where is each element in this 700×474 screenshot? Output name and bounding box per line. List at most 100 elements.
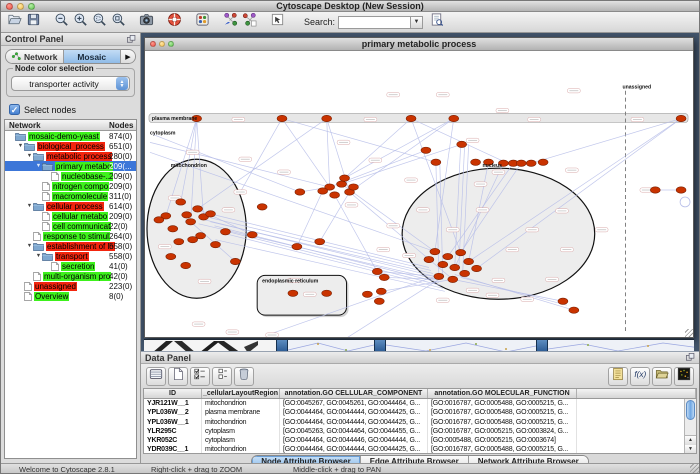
float-panel-icon[interactable]	[685, 352, 696, 363]
network-node[interactable]	[676, 115, 686, 121]
scrollbar-thumb[interactable]	[686, 400, 695, 420]
network-node[interactable]	[315, 238, 325, 244]
background-window-sliver[interactable]	[548, 339, 694, 351]
tree-row[interactable]: macromolecule311(0)	[5, 191, 136, 201]
tree-row[interactable]: cellular metabo209(0)	[5, 211, 136, 221]
network-node[interactable]	[379, 274, 389, 280]
network-node[interactable]	[322, 115, 332, 121]
zoom-out-button[interactable]	[52, 13, 71, 31]
network-node[interactable]	[295, 189, 305, 195]
zoom-selected-button[interactable]	[90, 13, 109, 31]
annotation-button[interactable]	[268, 13, 287, 31]
background-window-sliver[interactable]	[276, 339, 288, 351]
frame-zoom-button[interactable]	[168, 41, 174, 47]
table-row[interactable]: YPL036W__2plasma membrane[GO:0044464, GO…	[144, 408, 696, 417]
network-tree-header[interactable]: Network Nodes	[5, 120, 136, 131]
tree-row[interactable]: ▼metabolic process280(0)	[5, 151, 136, 161]
table-row[interactable]: YLR295Ccytoplasm[GO:0045263, GO:0044464,…	[144, 427, 696, 436]
network-node[interactable]	[176, 199, 186, 205]
minimize-window-button[interactable]	[17, 3, 24, 10]
network-node[interactable]	[376, 288, 386, 294]
frame-close-button[interactable]	[150, 41, 156, 47]
window-titlebar[interactable]: Cytoscape Desktop (New Session)	[1, 1, 699, 12]
network-node[interactable]	[450, 264, 460, 270]
column-header[interactable]: _cellularLayoutRegion	[202, 389, 280, 398]
network-node[interactable]	[449, 115, 459, 121]
network-view-titlebar[interactable]: primary metabolic process	[145, 38, 693, 51]
network-node[interactable]	[182, 212, 192, 218]
collapse-arrow-icon[interactable]: ▼	[17, 143, 24, 149]
background-window-sliver[interactable]	[374, 339, 386, 351]
network-node[interactable]	[257, 204, 267, 210]
layout-settings-button[interactable]	[240, 13, 259, 31]
open-button[interactable]	[5, 13, 24, 31]
collapse-arrow-icon[interactable]: ▼	[35, 253, 42, 259]
network-node[interactable]	[456, 249, 466, 255]
network-node[interactable]	[337, 181, 347, 187]
select-nodes-checkbox-row[interactable]: ✓ Select nodes	[9, 104, 140, 115]
network-node[interactable]	[247, 232, 257, 238]
network-node[interactable]	[206, 211, 216, 217]
network-node[interactable]	[650, 187, 660, 193]
collapse-arrow-icon[interactable]: ▼	[35, 163, 42, 169]
close-window-button[interactable]	[6, 3, 13, 10]
network-node[interactable]	[362, 291, 372, 297]
network-node[interactable]	[464, 258, 474, 264]
search-dropdown-button[interactable]: ▼	[410, 16, 423, 29]
network-node[interactable]	[471, 159, 481, 165]
network-node[interactable]	[340, 175, 350, 181]
collapse-arrow-icon[interactable]: ▼	[26, 203, 33, 209]
collapse-arrow-icon[interactable]: ▼	[26, 153, 33, 159]
zoom-window-button[interactable]	[28, 3, 35, 10]
network-node[interactable]	[330, 192, 340, 198]
column-header[interactable]: annotation.GO CELLULAR_COMPONENT	[280, 389, 428, 398]
network-node[interactable]	[676, 187, 686, 193]
network-node[interactable]	[460, 270, 470, 276]
tree-row[interactable]: ▼biological_process651(0)	[5, 141, 136, 151]
network-node[interactable]	[230, 258, 240, 264]
network-node[interactable]	[569, 307, 579, 313]
network-node[interactable]	[558, 298, 568, 304]
network-column-header[interactable]: Network	[9, 121, 41, 130]
background-window-sliver[interactable]	[144, 339, 276, 351]
tree-row[interactable]: nitrogen compo209(0)	[5, 181, 136, 191]
network-node[interactable]	[448, 276, 458, 282]
tree-row[interactable]: Overview8(0)	[5, 291, 136, 301]
tab-network-attribute-browser[interactable]: Network Attribute Browser	[469, 456, 588, 463]
network-node[interactable]	[516, 160, 526, 166]
network-node[interactable]	[277, 115, 287, 121]
background-window-sliver[interactable]	[288, 339, 374, 351]
zoom-in-button[interactable]	[71, 13, 90, 31]
table-row[interactable]: YPL036W__1mitochondrion[GO:0044464, GO:0…	[144, 418, 696, 427]
column-header[interactable]	[577, 389, 696, 398]
network-node[interactable]	[372, 268, 382, 274]
tree-row[interactable]: ▼transport558(0)	[5, 251, 136, 261]
network-node[interactable]	[430, 248, 440, 254]
tree-row[interactable]: ▼primary metabo209(...	[5, 161, 136, 171]
float-panel-icon[interactable]	[126, 34, 137, 45]
tab-node-attribute-browser[interactable]: Node Attribute Browser	[252, 456, 361, 463]
tree-row[interactable]: multi-organism pro42(0)	[5, 271, 136, 281]
network-node[interactable]	[154, 217, 164, 223]
network-node[interactable]	[181, 262, 191, 268]
zoom-fit-button[interactable]	[109, 13, 128, 31]
tree-row[interactable]: ▼cellular process614(0)	[5, 201, 136, 211]
window-resize-grip[interactable]	[690, 464, 699, 473]
network-node[interactable]	[211, 241, 221, 247]
network-node[interactable]	[318, 188, 328, 194]
background-window-sliver[interactable]	[386, 339, 536, 351]
network-node[interactable]	[421, 147, 431, 153]
network-node[interactable]	[472, 265, 482, 271]
frame-resize-grip[interactable]	[685, 329, 693, 337]
apply-layout-button[interactable]	[221, 13, 240, 31]
network-node[interactable]	[349, 184, 359, 190]
network-node[interactable]	[292, 243, 302, 249]
import-attributes-button[interactable]	[652, 367, 672, 386]
network-node[interactable]	[424, 256, 434, 262]
network-view-frame[interactable]: primary metabolic process plasma membran…	[144, 37, 694, 338]
collapse-arrow-icon[interactable]: ▼	[26, 243, 33, 249]
help-button[interactable]	[165, 13, 184, 31]
network-canvas[interactable]: plasma membranecytoplasmmitochondrionnuc…	[145, 51, 693, 337]
network-node[interactable]	[526, 160, 536, 166]
nodes-column-header[interactable]: Nodes	[109, 121, 133, 130]
